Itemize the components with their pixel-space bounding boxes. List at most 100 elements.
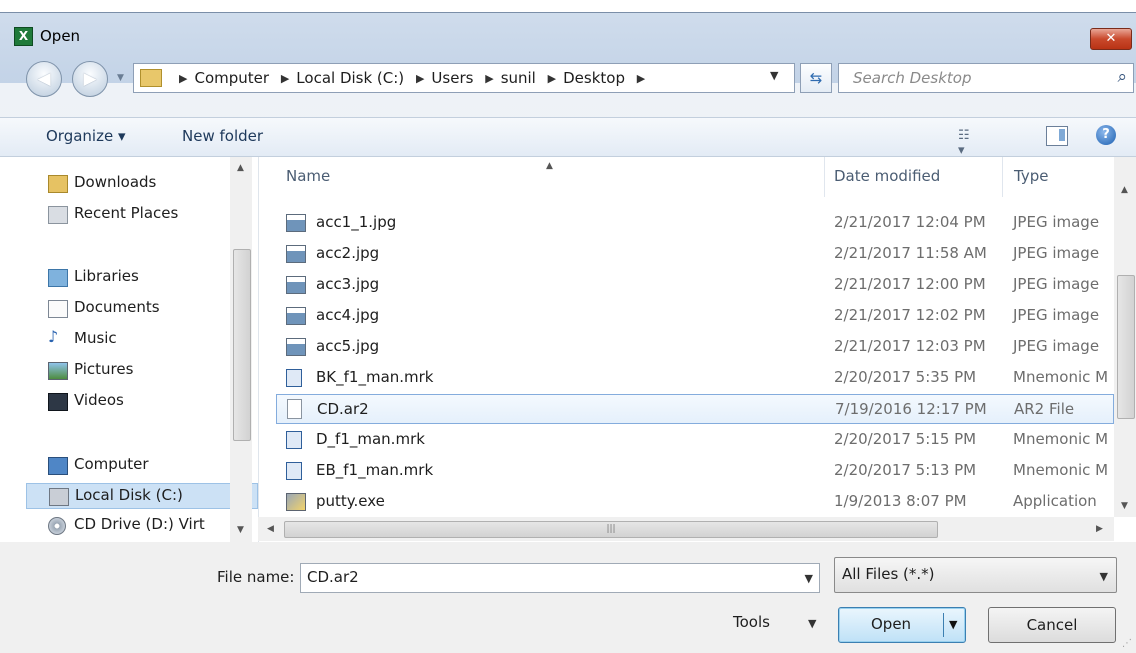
dialog-title: Open: [40, 27, 81, 45]
image-file-icon: [286, 276, 306, 294]
breadcrumb-separator-icon[interactable]: ▶: [416, 72, 424, 85]
column-header-name[interactable]: Name: [286, 167, 330, 185]
scroll-right-icon[interactable]: ▶: [1096, 524, 1103, 534]
file-row-selected[interactable]: CD.ar2 7/19/2016 12:17 PM AR2 File: [276, 394, 1114, 424]
file-type-filter-value: All Files (*.*): [842, 565, 935, 583]
file-row[interactable]: D_f1_man.mrk 2/20/2017 5:15 PM Mnemonic …: [276, 425, 1114, 455]
file-row[interactable]: acc2.jpg 2/21/2017 11:58 AM JPEG image: [276, 239, 1114, 269]
preview-pane-icon[interactable]: [1046, 126, 1068, 146]
file-type: JPEG image: [1013, 306, 1100, 324]
tools-dropdown-icon[interactable]: ▼: [808, 617, 816, 630]
pictures-icon: [48, 362, 68, 380]
refresh-button[interactable]: ⇆: [800, 63, 832, 93]
browser-content: Downloads Recent Places Libraries Docume…: [0, 157, 1136, 542]
address-bar[interactable]: ▶ Computer ▶ Local Disk (C:) ▶ Users ▶ sunil…: [133, 63, 795, 93]
file-row[interactable]: acc3.jpg 2/21/2017 12:00 PM JPEG image: [276, 270, 1114, 300]
open-options-dropdown-icon[interactable]: ▼: [949, 618, 957, 631]
music-icon: ♪: [48, 327, 59, 346]
recent-pages-dropdown-icon[interactable]: ▼: [117, 73, 124, 83]
file-date: 2/21/2017 12:03 PM: [834, 337, 986, 355]
file-row[interactable]: BK_f1_man.mrk 2/20/2017 5:35 PM Mnemonic…: [276, 363, 1114, 393]
breadcrumb-separator-icon[interactable]: ▶: [548, 72, 556, 85]
nav-item-label: Documents: [74, 298, 160, 316]
file-date: 2/21/2017 11:58 AM: [834, 244, 987, 262]
new-folder-button[interactable]: New folder: [182, 127, 263, 145]
breadcrumb-desktop[interactable]: Desktop: [563, 69, 625, 87]
search-icon[interactable]: ⌕: [1117, 67, 1127, 87]
scroll-down-icon[interactable]: ▼: [1121, 501, 1128, 511]
file-name: D_f1_man.mrk: [316, 430, 425, 448]
file-name: CD.ar2: [317, 400, 369, 418]
scrollbar-thumb[interactable]: [233, 249, 251, 441]
breadcrumb: ▶ Computer ▶ Local Disk (C:) ▶ Users ▶ sunil…: [172, 69, 652, 87]
file-row[interactable]: putty.exe 1/9/2013 8:07 PM Application: [276, 487, 1114, 517]
close-button[interactable]: ✕: [1090, 28, 1132, 50]
file-list-horizontal-scrollbar[interactable]: ◀ ||| ▶: [258, 517, 1114, 541]
file-type: JPEG image: [1013, 275, 1100, 293]
scroll-left-icon[interactable]: ◀: [267, 524, 274, 534]
file-row[interactable]: acc5.jpg 2/21/2017 12:03 PM JPEG image: [276, 332, 1114, 362]
image-file-icon: [286, 307, 306, 325]
nav-item-label: Pictures: [74, 360, 134, 378]
nav-item-label: Local Disk (C:): [75, 486, 183, 504]
file-type-filter-select[interactable]: All Files (*.*) ▼: [834, 557, 1117, 593]
column-header-date-modified[interactable]: Date modified: [834, 167, 940, 185]
file-row[interactable]: acc4.jpg 2/21/2017 12:02 PM JPEG image: [276, 301, 1114, 331]
breadcrumb-separator-icon[interactable]: ▶: [281, 72, 289, 85]
search-input[interactable]: Search Desktop ⌕: [838, 63, 1134, 93]
open-dialog: X Open ✕ ◀ ▶ ▼ ▶ Computer ▶ Local Disk (C:…: [0, 12, 1136, 653]
navigation-scrollbar[interactable]: ▲ ▼: [230, 157, 252, 542]
file-date: 1/9/2013 8:07 PM: [834, 492, 967, 510]
file-date: 2/20/2017 5:35 PM: [834, 368, 977, 386]
open-button[interactable]: Open ▼: [838, 607, 966, 643]
scrollbar-thumb[interactable]: [1117, 275, 1135, 419]
file-name: BK_f1_man.mrk: [316, 368, 434, 386]
address-history-dropdown-icon[interactable]: ▼: [770, 69, 778, 82]
tools-button[interactable]: Tools: [733, 613, 770, 631]
file-row[interactable]: EB_f1_man.mrk 2/20/2017 5:13 PM Mnemonic…: [276, 456, 1114, 486]
column-divider[interactable]: [1002, 157, 1003, 197]
search-placeholder: Search Desktop: [853, 69, 972, 87]
file-name-label: File name:: [217, 568, 295, 586]
file-date: 2/21/2017 12:04 PM: [834, 213, 986, 231]
file-type: Application: [1013, 492, 1097, 510]
breadcrumb-sunil[interactable]: sunil: [501, 69, 536, 87]
file-type: JPEG image: [1013, 213, 1100, 231]
nav-item-local-disk[interactable]: Local Disk (C:): [26, 483, 258, 509]
organize-button[interactable]: Organize ▾: [46, 127, 126, 145]
file-list-scrollbar[interactable]: ▲ ▼: [1114, 157, 1136, 517]
refresh-icon: ⇆: [809, 69, 823, 87]
image-file-icon: [286, 245, 306, 263]
breadcrumb-separator-icon[interactable]: ▶: [637, 72, 645, 85]
resize-grip-icon[interactable]: ⋰: [1122, 638, 1132, 649]
back-button[interactable]: ◀: [26, 61, 62, 97]
scroll-up-icon[interactable]: ▲: [1121, 185, 1128, 195]
scrollbar-thumb[interactable]: |||: [284, 521, 938, 538]
file-name-value: CD.ar2: [307, 568, 359, 586]
breadcrumb-users[interactable]: Users: [431, 69, 473, 87]
help-icon[interactable]: ?: [1096, 125, 1116, 145]
file-name: putty.exe: [316, 492, 385, 510]
forward-button[interactable]: ▶: [72, 61, 108, 97]
file-type: JPEG image: [1013, 337, 1100, 355]
sort-ascending-icon: ▲: [546, 161, 553, 171]
cancel-button[interactable]: Cancel: [988, 607, 1116, 643]
file-name-input[interactable]: CD.ar2 ▼: [300, 563, 820, 593]
file-date: 2/21/2017 12:02 PM: [834, 306, 986, 324]
breadcrumb-separator-icon[interactable]: ▶: [485, 72, 493, 85]
chevron-down-icon[interactable]: ▼: [805, 572, 813, 585]
dialog-footer: File name: CD.ar2 ▼ All Files (*.*) ▼ To…: [0, 542, 1136, 653]
recent-places-icon: [48, 206, 68, 224]
column-divider[interactable]: [824, 157, 825, 197]
scroll-up-icon[interactable]: ▲: [237, 163, 244, 173]
breadcrumb-computer[interactable]: Computer: [194, 69, 269, 87]
image-file-icon: [286, 338, 306, 356]
column-header-type[interactable]: Type: [1014, 167, 1048, 185]
change-view-icon[interactable]: ☷ ▾: [958, 128, 980, 158]
scroll-down-icon[interactable]: ▼: [237, 525, 244, 535]
file-date: 2/21/2017 12:00 PM: [834, 275, 986, 293]
chevron-down-icon: ▼: [1099, 570, 1108, 583]
breadcrumb-local-disk[interactable]: Local Disk (C:): [296, 69, 404, 87]
file-row[interactable]: acc1_1.jpg 2/21/2017 12:04 PM JPEG image: [276, 208, 1114, 238]
breadcrumb-separator-icon[interactable]: ▶: [179, 72, 187, 85]
